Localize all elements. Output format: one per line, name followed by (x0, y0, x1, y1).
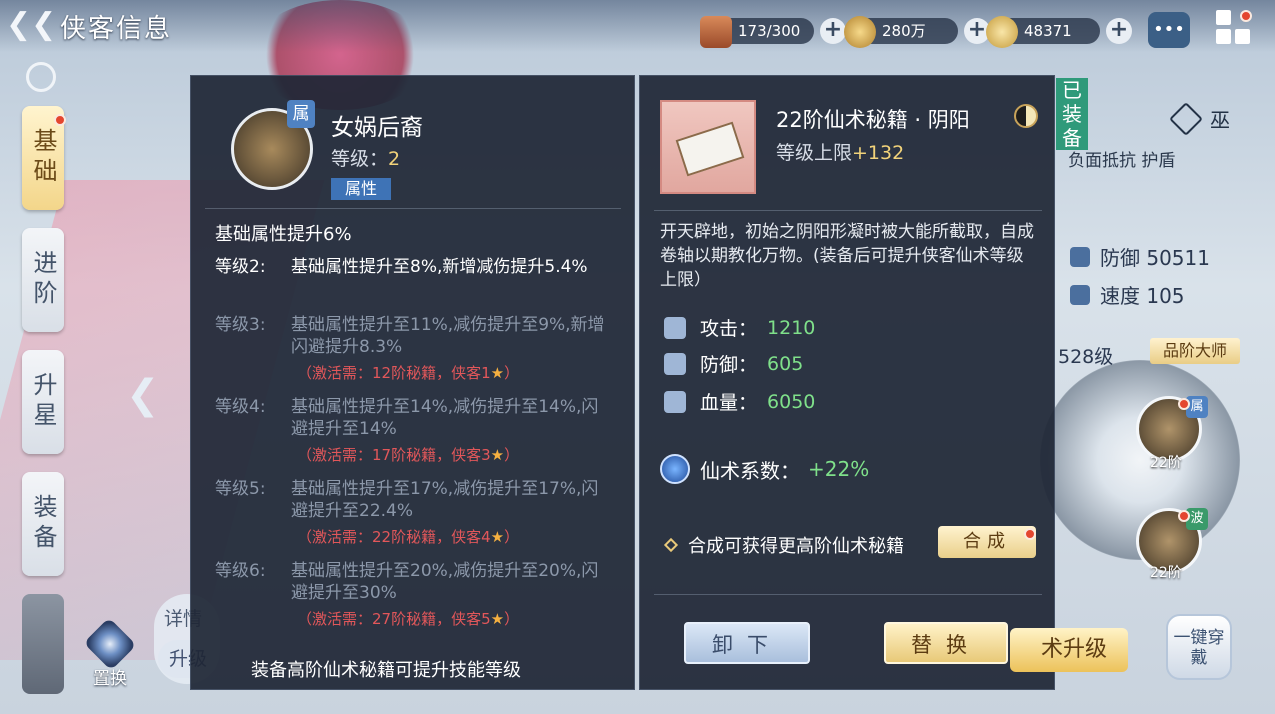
skill-level: 等级：2 (331, 148, 401, 170)
dragon-token-icon (986, 16, 1018, 48)
level-effect: 基础属性提升至20%,减伤提升至20%,闪避提升至30% (291, 561, 599, 603)
spiral-icon (26, 62, 56, 92)
stat-value: 1210 (767, 316, 816, 339)
flame-icon (660, 454, 690, 484)
skill-panel: 属 女娲后裔 等级：2 属性 基础属性提升6% 等级2: 基础属性提升至8%,新… (190, 75, 635, 690)
swap-gem-icon (83, 617, 137, 671)
level-effect: 基础属性提升至8%,新增减伤提升5.4% (291, 257, 588, 277)
coef-value: +22% (808, 457, 870, 481)
level-effect: 基础属性提升至11%,减伤提升至9%,新增闪避提升8.3% (291, 315, 605, 357)
level-5-requirement: （激活需：22阶秘籍，侠客4★） (297, 528, 520, 546)
chat-icon: ••• (1153, 19, 1185, 40)
slot-2-notification-dot (1178, 510, 1190, 522)
book-title: 22阶仙术秘籍 · 阴阳 (776, 108, 970, 132)
book-description: 开天辟地，初始之阴阳形凝时被大能所截取，自成卷轴以期教化万物。(装备后可提升侠客… (660, 222, 1034, 290)
resource-dragon-token: 48371 + (986, 16, 1132, 48)
book-panel: 22阶仙术秘籍 · 阴阳 等级上限+132 开天辟地，初始之阴阳形凝时被大能所截… (639, 75, 1055, 690)
slot-2-step: 22阶 (1150, 565, 1182, 581)
shield-icon (664, 352, 686, 375)
stat-defense: 防御： 605 (664, 350, 803, 377)
tab-basic-notification-dot (54, 114, 66, 126)
coin-icon (844, 16, 876, 48)
level-label: 等级2: (215, 257, 266, 277)
hero-defense: 防御 50511 (1070, 242, 1210, 271)
stat-label: 防御： (700, 354, 758, 376)
synthesize-notification-dot (1024, 528, 1036, 540)
top-bar: ❮❮ 侠客信息 173/300 + 280万 + 48371 + ••• (0, 0, 1275, 52)
menu-notification-dot (1240, 10, 1252, 22)
page-title: 侠客信息 (60, 14, 173, 44)
level-label: 等级4: (215, 397, 266, 417)
chest-icon (700, 16, 732, 48)
synthesize-button[interactable]: 合成 (938, 526, 1036, 558)
attribute-badge: 属性 (331, 178, 391, 200)
resource-chest: 173/300 + (700, 16, 846, 48)
locked-tab (22, 594, 64, 694)
skill-type-tag: 属 (287, 100, 315, 128)
chat-button[interactable]: ••• (1148, 12, 1190, 48)
coef-label: 仙术系数： (700, 458, 800, 483)
unload-button[interactable]: 卸下 (684, 622, 810, 664)
resist-text: 负面抵抗 护盾 (1068, 151, 1176, 171)
stat-value: 6050 (767, 390, 816, 413)
stat-hp: 血量： 6050 (664, 388, 815, 415)
star-icon: ★ (490, 446, 505, 464)
equipped-badge: 已装备 (1056, 78, 1088, 150)
slot-1-step: 22阶 (1150, 455, 1182, 471)
add-chest-button[interactable]: + (820, 18, 846, 44)
grade-master-button[interactable]: 品阶大师 (1150, 338, 1240, 364)
stat-label: 攻击： (700, 318, 758, 340)
resource-coin: 280万 + (844, 16, 990, 48)
tab-star-up[interactable]: 升星 (22, 350, 64, 454)
skill-name: 女娲后裔 (331, 115, 423, 141)
spell-upgrade-button[interactable]: 术升级 (1010, 628, 1128, 672)
attack-icon (664, 316, 686, 339)
spell-coefficient: 仙术系数： +22% (660, 454, 869, 484)
left-arrow-icon[interactable]: ❮ (126, 372, 160, 422)
book-icon (660, 100, 756, 194)
level-effect: 基础属性提升至17%,减伤提升至17%,闪避提升至22.4% (291, 479, 599, 521)
hero-speed: 速度 105 (1070, 280, 1185, 309)
divider (205, 208, 621, 209)
slot-1-tag: 属 (1186, 396, 1208, 418)
heart-icon (664, 390, 686, 413)
star-icon: ★ (490, 528, 505, 546)
star-icon: ★ (490, 610, 505, 628)
skill-base-effect: 基础属性提升6% (215, 224, 352, 245)
menu-button[interactable] (1216, 10, 1252, 46)
tab-advance[interactable]: 进阶 (22, 228, 64, 332)
level-4-requirement: （激活需：17阶秘籍，侠客3★） (297, 446, 520, 464)
skill-footnote: 装备高阶仙术秘籍可提升技能等级 (251, 660, 521, 681)
stat-value: 605 (767, 352, 804, 375)
level-label: 等级5: (215, 479, 266, 499)
level-6-requirement: （激活需：27阶秘籍，侠客5★） (297, 610, 520, 628)
stat-label: 血量： (700, 392, 758, 414)
yinyang-icon (1014, 104, 1038, 128)
star-icon: ★ (490, 364, 505, 382)
diamond-icon (663, 537, 679, 553)
add-dragon-token-button[interactable]: + (1106, 18, 1132, 44)
synthesis-hint: 合成可获得更高阶仙术秘籍 (663, 532, 904, 558)
spell-level: 528级 (1058, 346, 1114, 368)
tab-equipment[interactable]: 装备 (22, 472, 64, 576)
one-click-wear-button[interactable]: 一键穿戴 (1166, 614, 1232, 680)
divider (654, 210, 1042, 211)
level-3-requirement: （激活需：12阶秘籍，侠客1★） (297, 364, 520, 382)
slot-2-tag: 波 (1186, 508, 1208, 530)
stat-attack: 攻击： 1210 (664, 314, 815, 341)
swap-button[interactable]: 置换 (78, 617, 142, 692)
level-label: 等级6: (215, 561, 266, 581)
level-label: 等级3: (215, 315, 266, 335)
sect-icon (1169, 101, 1203, 136)
speed-icon (1070, 284, 1090, 305)
shield-icon (1070, 246, 1090, 267)
divider (654, 594, 1042, 595)
sect-label: 巫 (1169, 101, 1230, 136)
level-effect: 基础属性提升至14%,减伤提升至14%,闪避提升至14% (291, 397, 599, 439)
slot-1-notification-dot (1178, 398, 1190, 410)
replace-button[interactable]: 替换 (884, 622, 1008, 664)
back-button[interactable]: ❮❮ (6, 8, 56, 44)
book-level-limit: 等级上限+132 (776, 142, 905, 164)
